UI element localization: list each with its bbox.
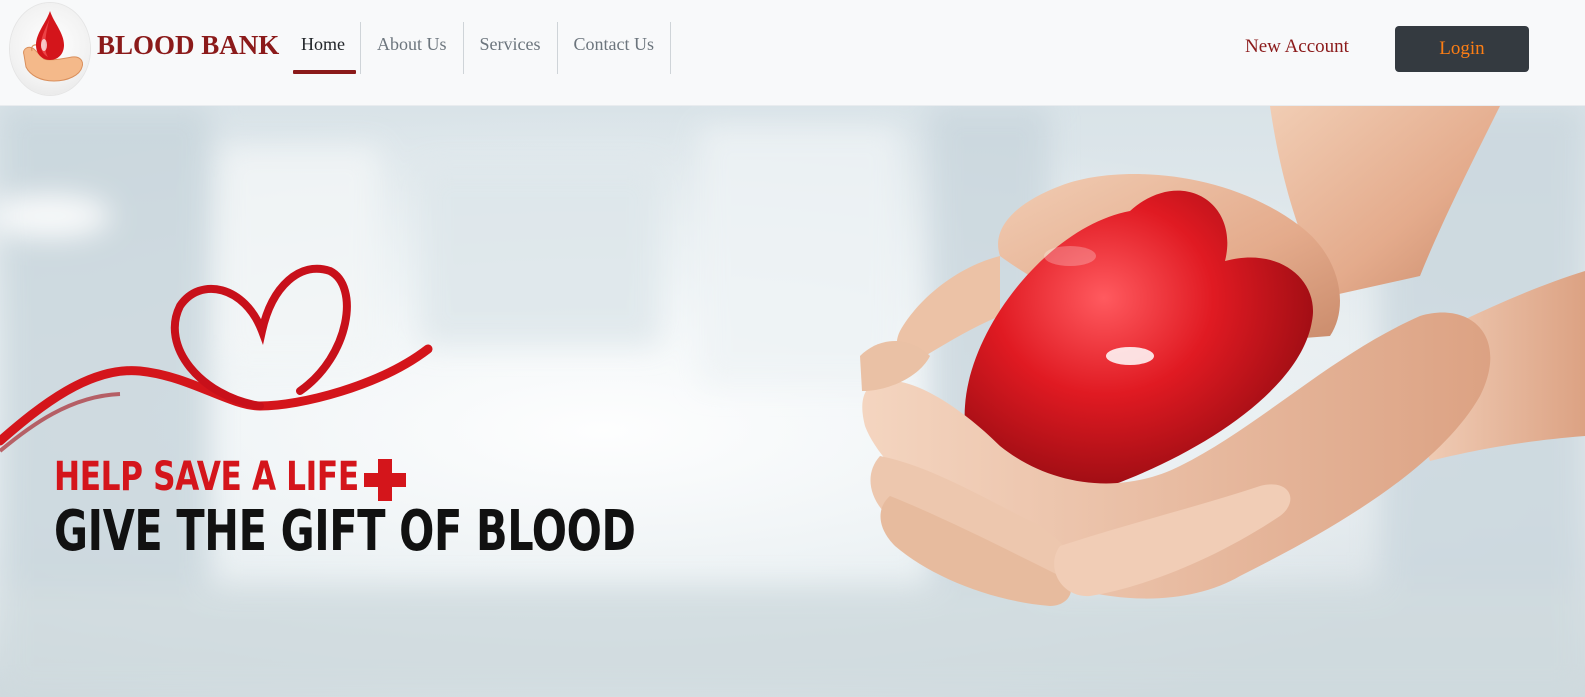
hero-tagline-bottom: GIVE THE GIFT OF BLOOD [54, 499, 636, 564]
nav-item-contact-us[interactable]: Contact Us [558, 22, 671, 74]
nav-item-label: Home [301, 34, 345, 54]
nav-item-services[interactable]: Services [464, 22, 558, 74]
red-cross-icon [364, 459, 406, 501]
hero-background-image [0, 106, 1585, 697]
login-button[interactable]: Login [1395, 26, 1529, 72]
hero-tagline-top: HELP SAVE A LIFE [54, 454, 359, 500]
main-nav: Home About Us Services Contact Us [292, 22, 671, 74]
nav-item-about-us[interactable]: About Us [361, 22, 464, 74]
hero-banner: HELP SAVE A LIFE GIVE THE GIFT OF BLOOD [0, 106, 1585, 697]
brand-title[interactable]: BLOOD BANK [97, 30, 279, 61]
active-nav-indicator [293, 70, 356, 74]
nav-item-home[interactable]: Home [292, 22, 361, 74]
blood-drop-logo-icon[interactable] [10, 3, 90, 95]
nav-item-label: Services [479, 34, 541, 54]
new-account-link[interactable]: New Account [1245, 36, 1349, 58]
top-navbar: BLOOD BANK Home About Us Services Contac… [0, 0, 1585, 106]
nav-item-label: Contact Us [573, 34, 655, 54]
nav-item-label: About Us [377, 34, 447, 54]
